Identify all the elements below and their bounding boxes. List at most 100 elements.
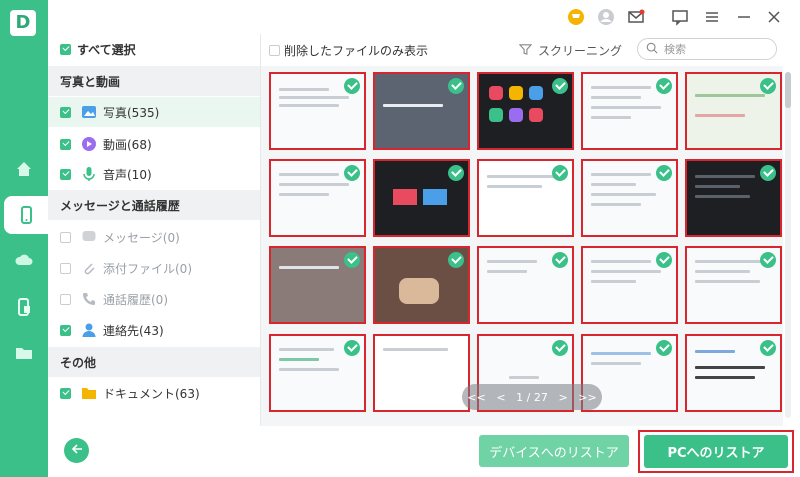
deleted-only-checkbox[interactable] — [269, 45, 280, 56]
restore-to-pc-highlight: PCへのリストア — [638, 430, 794, 473]
check-icon — [552, 78, 568, 94]
phone-icon[interactable] — [4, 196, 48, 234]
select-all-checkbox[interactable] — [60, 43, 71, 55]
sidebar-item-documents[interactable]: ドキュメント(63) — [48, 378, 260, 408]
check-icon — [760, 78, 776, 94]
photo-thumbnail[interactable] — [269, 334, 366, 412]
photo-thumbnail[interactable] — [373, 159, 470, 237]
audio-label: 音声(10) — [103, 167, 152, 182]
search-icon — [646, 42, 658, 57]
contacts-checkbox[interactable] — [60, 324, 71, 336]
restore-to-device-button[interactable]: デバイスへのリストア — [479, 435, 629, 467]
section-messages: メッセージと通話履歴 — [48, 190, 260, 220]
cart-icon[interactable] — [567, 8, 585, 26]
filter-icon — [518, 43, 533, 59]
cloud-restore-icon[interactable] — [0, 242, 48, 280]
photo-thumbnail[interactable] — [685, 72, 782, 150]
close-icon[interactable] — [765, 8, 783, 26]
select-all-row[interactable]: すべて選択 — [48, 34, 260, 64]
back-button[interactable] — [64, 438, 89, 463]
check-icon — [344, 165, 360, 181]
feedback-icon[interactable] — [671, 8, 689, 26]
minimize-icon[interactable] — [735, 8, 753, 26]
documents-label: ドキュメント(63) — [103, 386, 200, 401]
message-icon — [81, 229, 97, 245]
device-backup-icon[interactable] — [0, 288, 48, 326]
sidebar-item-photos[interactable]: 写真(535) — [48, 97, 260, 127]
phone-call-icon — [81, 291, 97, 307]
folder-icon[interactable] — [0, 334, 48, 372]
screening-label: スクリーニング — [538, 44, 623, 58]
sidebar-item-videos[interactable]: 動画(68) — [48, 129, 260, 159]
messages-label: メッセージ(0) — [103, 230, 180, 245]
photos-label: 写真(535) — [103, 105, 160, 120]
photo-thumbnail[interactable] — [373, 334, 470, 412]
check-icon — [656, 340, 672, 356]
attachments-label: 添付ファイル(0) — [103, 261, 192, 276]
grid-scrollbar[interactable] — [785, 72, 791, 418]
sidebar-item-contacts[interactable]: 連絡先(43) — [48, 315, 260, 345]
next-page-button[interactable]: > — [558, 391, 567, 404]
attachments-checkbox[interactable] — [60, 262, 71, 274]
sidebar-item-attachments[interactable]: 添付ファイル(0) — [48, 253, 260, 283]
last-page-button[interactable]: >> — [578, 391, 596, 404]
photo-thumbnail[interactable] — [269, 246, 366, 324]
check-icon — [656, 78, 672, 94]
audio-checkbox[interactable] — [60, 168, 71, 180]
search-input[interactable]: 検索 — [637, 38, 777, 60]
first-page-button[interactable]: << — [467, 391, 485, 404]
sidebar-item-audio[interactable]: 音声(10) — [48, 159, 260, 189]
account-icon[interactable] — [597, 8, 615, 26]
check-icon — [344, 252, 360, 268]
documents-checkbox[interactable] — [60, 387, 71, 399]
sidebar-item-messages[interactable]: メッセージ(0) — [48, 222, 260, 252]
home-icon[interactable] — [0, 150, 48, 188]
nav-rail: D — [0, 0, 48, 477]
category-sidebar: すべて選択 写真と動画 写真(535) 動画(68) 音声(10) メッセージと… — [48, 34, 260, 426]
check-icon — [760, 252, 776, 268]
photos-checkbox[interactable] — [60, 106, 71, 118]
deleted-only-toggle[interactable]: 削除したファイルのみ表示 — [269, 42, 428, 59]
mail-icon[interactable] — [627, 8, 645, 26]
photo-thumbnail[interactable] — [269, 72, 366, 150]
deleted-only-label: 削除したファイルのみ表示 — [284, 44, 429, 58]
photo-thumbnail[interactable] — [477, 159, 574, 237]
photo-thumbnail[interactable] — [373, 246, 470, 324]
photo-thumbnail[interactable] — [685, 159, 782, 237]
check-icon — [552, 165, 568, 181]
check-icon — [448, 252, 464, 268]
sidebar-item-call-log[interactable]: 通話履歴(0) — [48, 284, 260, 314]
select-all-label: すべて選択 — [77, 42, 136, 57]
search-placeholder: 検索 — [664, 43, 686, 56]
check-icon — [344, 78, 360, 94]
videos-label: 動画(68) — [103, 137, 152, 152]
pagination-bar: << < 1 / 27 > >> — [462, 384, 602, 410]
messages-checkbox[interactable] — [60, 231, 71, 243]
scrollbar-thumb[interactable] — [785, 72, 791, 108]
photo-thumbnail[interactable] — [581, 246, 678, 324]
check-icon — [656, 165, 672, 181]
menu-icon[interactable] — [703, 8, 721, 26]
photo-thumbnail[interactable] — [477, 246, 574, 324]
check-icon — [552, 252, 568, 268]
photo-thumbnail[interactable] — [269, 159, 366, 237]
contacts-label: 連絡先(43) — [103, 323, 164, 338]
restore-to-pc-button[interactable]: PCへのリストア — [644, 435, 788, 468]
title-bar — [48, 0, 800, 34]
section-other: その他 — [48, 347, 260, 377]
section-media: 写真と動画 — [48, 66, 260, 96]
photo-thumbnail[interactable] — [373, 72, 470, 150]
photo-thumbnail[interactable] — [477, 72, 574, 150]
videos-checkbox[interactable] — [60, 138, 71, 150]
photo-thumbnail[interactable] — [685, 334, 782, 412]
photo-thumbnail[interactable] — [685, 246, 782, 324]
photo-grid — [261, 66, 783, 426]
photo-thumbnail[interactable] — [581, 72, 678, 150]
photo-thumbnail[interactable] — [581, 159, 678, 237]
microphone-icon — [81, 166, 97, 182]
screening-button[interactable]: スクリーニング — [518, 42, 623, 59]
call-log-checkbox[interactable] — [60, 293, 71, 305]
prev-page-button[interactable]: < — [496, 391, 505, 404]
check-icon — [760, 340, 776, 356]
check-icon — [760, 165, 776, 181]
